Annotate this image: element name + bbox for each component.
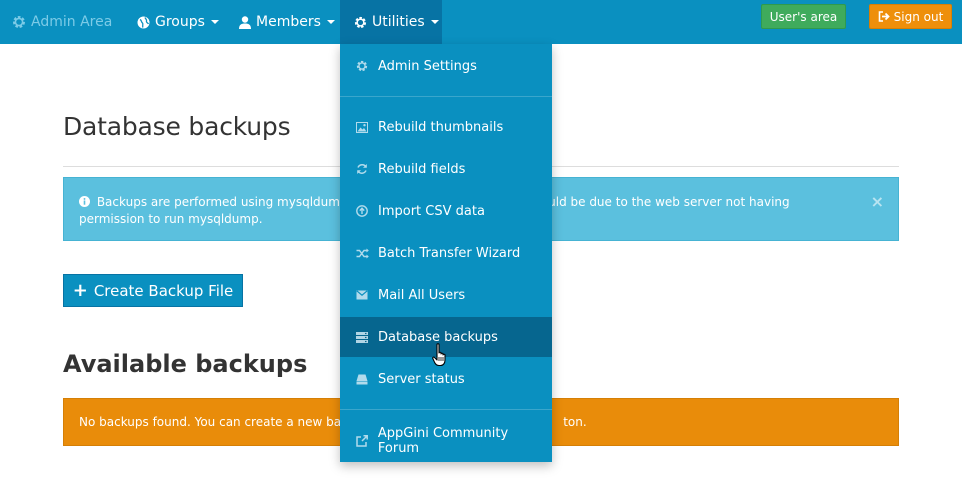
menu-divider <box>340 96 552 97</box>
database-icon <box>355 331 369 343</box>
menu-item-label: Server status <box>378 371 465 387</box>
gear-icon <box>355 60 369 72</box>
globe-icon <box>137 16 150 29</box>
menu-item-rebuild-thumbnails[interactable]: Rebuild thumbnails <box>340 107 552 147</box>
menu-item-label: Mail All Users <box>378 287 466 303</box>
utilities-dropdown-menu: Admin Settings Rebuild thumbnails Rebuil… <box>340 44 552 462</box>
info-icon <box>79 195 90 211</box>
brand-link[interactable]: Admin Area <box>12 0 112 44</box>
menu-item-label: Rebuild thumbnails <box>378 119 504 135</box>
plus-icon: + <box>72 279 88 301</box>
menu-item-import-csv[interactable]: Import CSV data <box>340 191 552 231</box>
menu-divider <box>340 409 552 410</box>
nav-members[interactable]: Members <box>225 0 349 44</box>
info-alert-text: Backups are performed using mysqldump co <box>96 195 366 209</box>
brand-label: Admin Area <box>31 14 113 30</box>
hand-pointer-cursor-icon <box>432 343 446 367</box>
envelope-icon <box>355 290 369 300</box>
gear-icon <box>13 16 25 28</box>
available-backups-title: Available backups <box>63 350 308 378</box>
nav-members-label: Members <box>256 14 321 30</box>
upload-icon <box>355 205 369 217</box>
menu-item-label: Import CSV data <box>378 203 485 219</box>
nav-utilities[interactable]: Utilities <box>340 0 442 44</box>
menu-item-community-forum[interactable]: AppGini Community Forum <box>340 421 552 461</box>
top-navbar: Admin Area Groups Members Utilities User… <box>0 0 962 44</box>
nav-groups-label: Groups <box>155 14 205 30</box>
menu-item-label: Rebuild fields <box>378 161 466 177</box>
external-link-icon <box>355 435 369 447</box>
create-backup-button[interactable]: + Create Backup File <box>63 274 243 307</box>
picture-icon <box>355 121 369 133</box>
no-backups-text: No backups found. You can create a new b… <box>79 415 370 429</box>
users-area-button[interactable]: User's area <box>761 4 846 29</box>
chevron-down-icon <box>326 20 335 24</box>
chevron-down-icon <box>430 20 439 24</box>
menu-item-admin-settings[interactable]: Admin Settings <box>340 46 552 86</box>
menu-item-rebuild-fields[interactable]: Rebuild fields <box>340 149 552 189</box>
menu-item-label: Batch Transfer Wizard <box>378 245 521 261</box>
menu-item-mail-all-users[interactable]: Mail All Users <box>340 275 552 315</box>
shuffle-icon <box>355 248 369 259</box>
nav-groups[interactable]: Groups <box>123 0 233 44</box>
close-icon[interactable]: × <box>871 194 884 210</box>
gear-icon <box>354 16 367 29</box>
chevron-down-icon <box>210 20 219 24</box>
menu-item-label: Admin Settings <box>378 58 477 74</box>
no-backups-text-continued: ton. <box>563 415 587 429</box>
nav-utilities-label: Utilities <box>372 14 425 30</box>
refresh-icon <box>355 163 369 175</box>
sign-out-icon <box>878 11 890 22</box>
page-title: Database backups <box>63 112 291 141</box>
menu-item-label: AppGini Community Forum <box>377 426 509 456</box>
user-icon <box>239 15 251 29</box>
sign-out-label: Sign out <box>893 9 944 24</box>
hdd-icon <box>355 374 369 385</box>
menu-item-batch-transfer[interactable]: Batch Transfer Wizard <box>340 233 552 273</box>
sign-out-button[interactable]: Sign out <box>869 4 952 29</box>
create-backup-label: Create Backup File <box>93 281 234 300</box>
